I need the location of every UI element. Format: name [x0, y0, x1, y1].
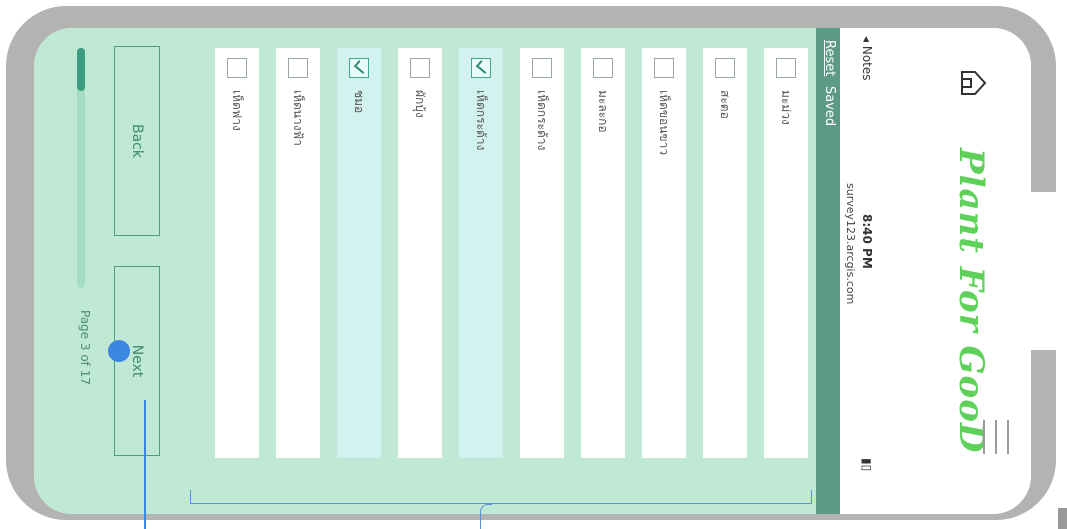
status-back-link[interactable]: ◂ Notes: [860, 36, 874, 81]
choice-label: เห็ดนางฟ้า: [291, 90, 306, 146]
nav-buttons: Back Next: [100, 28, 160, 514]
choice-item[interactable]: สะตอ: [703, 48, 747, 458]
page-indicator: Page 3 of 17: [78, 310, 92, 385]
checkmark-icon: [353, 60, 369, 74]
checkbox-icon[interactable]: [654, 58, 674, 78]
app-header: Plant For GooD: [876, 28, 1031, 514]
choice-item[interactable]: ผักบุ้ง: [398, 48, 442, 458]
checkmark-icon: [475, 60, 491, 74]
checkbox-icon[interactable]: [593, 58, 613, 78]
annotation-bracket: [190, 490, 812, 504]
choice-label: ชมอ: [352, 90, 367, 114]
checkbox-icon[interactable]: [410, 58, 430, 78]
status-bar: ◂ Notes 8:40 PM survey123.arcgis.com ▮▯: [840, 28, 876, 514]
back-button[interactable]: Back: [114, 46, 160, 236]
choice-label: ผักบุ้ง: [413, 90, 428, 118]
saved-status: Saved: [822, 86, 837, 127]
choice-label: เห็ดกระด้าง: [535, 90, 550, 151]
choice-item[interactable]: เห็ดขอนขาว: [642, 48, 686, 458]
choice-item[interactable]: เห็ดนางฟ้า: [276, 48, 320, 458]
checkbox-icon[interactable]: [288, 58, 308, 78]
choice-item[interactable]: เห็ดกระด้าง: [459, 48, 503, 458]
choice-label: เห็ดฟาง: [230, 90, 245, 131]
rotated-viewport: Plant For GooD ◂ Notes 8:40 PM survey123…: [34, 28, 1031, 514]
choice-item[interactable]: ชมอ: [337, 48, 381, 458]
status-time: 8:40 PM: [860, 214, 874, 269]
checkbox-icon[interactable]: [532, 58, 552, 78]
choice-label: เห็ดกระด้าง: [474, 90, 489, 151]
choice-label: มะม่วง: [779, 90, 794, 125]
choice-item[interactable]: มะม่วง: [764, 48, 808, 458]
annotation-bracket-tick: [480, 504, 492, 529]
home-icon[interactable]: [959, 68, 989, 98]
choice-item[interactable]: เห็ดกระด้าง: [520, 48, 564, 458]
phone-side-button: [1058, 508, 1067, 529]
status-url: survey123.arcgis.com: [844, 183, 857, 305]
progress-fill: [77, 48, 85, 92]
choice-item[interactable]: เห็ดฟาง: [215, 48, 259, 458]
choice-item[interactable]: มะละกอ: [581, 48, 625, 458]
checkbox-icon[interactable]: [715, 58, 735, 78]
checkbox-checked-icon[interactable]: [349, 58, 369, 78]
phone-frame: Plant For GooD ◂ Notes 8:40 PM survey123…: [6, 6, 1062, 520]
annotation-line: [144, 400, 146, 529]
progress-bar: [77, 48, 85, 288]
form-toolbar: Reset Saved: [816, 28, 840, 514]
battery-icon: ▮▯: [860, 458, 874, 472]
tap-indicator: [108, 340, 130, 362]
reset-link[interactable]: Reset: [822, 40, 837, 76]
checkbox-icon[interactable]: [227, 58, 247, 78]
checkbox-icon[interactable]: [776, 58, 796, 78]
choice-label: เห็ดขอนขาว: [657, 90, 672, 156]
form-area: Reset Saved มะม่วง สะตอ เห็ดขอนขาว มะละกอ เห…: [34, 28, 840, 514]
hamburger-icon[interactable]: [983, 420, 1009, 454]
phone-screen: Plant For GooD ◂ Notes 8:40 PM survey123…: [34, 28, 1031, 514]
checkbox-checked-icon[interactable]: [471, 58, 491, 78]
choice-label: สะตอ: [718, 90, 733, 119]
choice-label: มะละกอ: [596, 90, 611, 133]
brand-wordmark: Plant For GooD: [951, 148, 991, 454]
